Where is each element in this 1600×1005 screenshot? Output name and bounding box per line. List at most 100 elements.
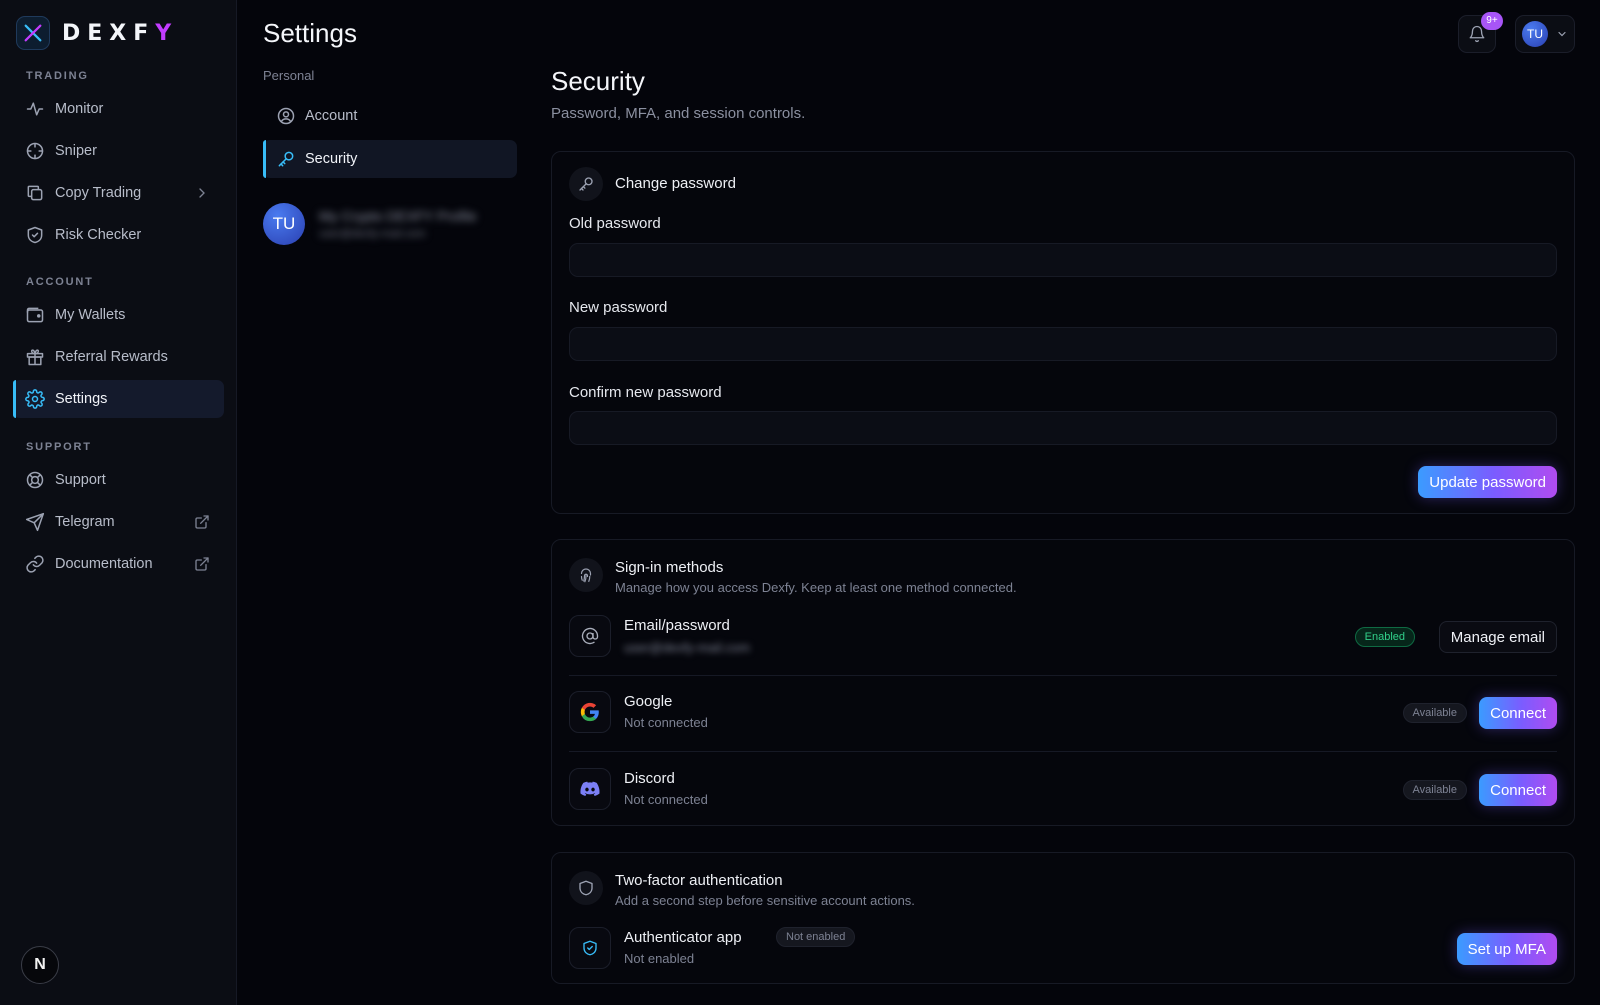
sidebar-item-my-wallets[interactable]: My Wallets [13, 296, 224, 334]
google-icon [569, 691, 611, 733]
card-title: Sign-in methods [615, 559, 724, 576]
sign-in-method-discord: Discord Not connected Available Connect [569, 768, 1557, 812]
user-circle-icon [276, 106, 296, 126]
sidebar-item-label: Referral Rewards [55, 349, 168, 365]
settings-nav-security[interactable]: Security [263, 140, 517, 178]
nav-group-support: SUPPORT Support Telegram Documentation [13, 437, 224, 583]
gift-icon [25, 347, 45, 367]
method-detail-redacted: user@dexfy-mail.com [624, 640, 750, 655]
sidebar-item-documentation[interactable]: Documentation [13, 545, 224, 583]
sign-in-methods-card: Sign-in methods Manage how you access De… [551, 539, 1575, 826]
card-description: Manage how you access Dexfy. Keep at lea… [615, 580, 1017, 595]
sidebar-item-label: My Wallets [55, 307, 126, 323]
shield-check-icon [569, 927, 611, 969]
connect-discord-button[interactable]: Connect [1479, 774, 1557, 806]
sidebar-item-monitor[interactable]: Monitor [13, 90, 224, 128]
mfa-method-authenticator: Authenticator app Not enabled Not enable… [569, 927, 1557, 971]
profile-info-redacted: My Crypto DEXFY Profile user@dexfy-mail.… [319, 208, 477, 240]
sidebar-item-telegram[interactable]: Telegram [13, 503, 224, 541]
wallet-icon [25, 305, 45, 325]
copy-icon [25, 183, 45, 203]
dexfy-logo-icon [16, 16, 50, 50]
settings-nav-label: Security [305, 151, 358, 167]
nav-group-account: ACCOUNT My Wallets Referral Rewards Sett… [13, 272, 224, 418]
send-icon [25, 512, 45, 532]
method-detail: Not connected [624, 715, 708, 730]
card-header: Sign-in methods Manage how you access De… [569, 558, 1017, 595]
card-description: Add a second step before sensitive accou… [615, 893, 915, 908]
key-icon [569, 167, 603, 201]
nav-heading-account: ACCOUNT [26, 276, 94, 288]
sidebar-item-support[interactable]: Support [13, 461, 224, 499]
two-factor-card: Two-factor authentication Add a second s… [551, 852, 1575, 984]
sign-in-method-email: Email/password user@dexfy-mail.com Enabl… [569, 615, 1557, 659]
sidebar-item-label: Settings [55, 391, 108, 407]
notification-count-badge: 9+ [1481, 12, 1503, 30]
manage-email-button[interactable]: Manage email [1438, 621, 1557, 653]
chevron-right-icon [194, 185, 210, 201]
status-badge: Enabled [1354, 627, 1415, 647]
status-badge: Available [1402, 780, 1467, 800]
avatar: TU [263, 203, 305, 245]
card-header: Two-factor authentication Add a second s… [569, 871, 915, 908]
link-icon [25, 554, 45, 574]
method-name: Google [624, 693, 673, 710]
nav-group-trading: TRADING Monitor Sniper Copy Trading Risk… [13, 66, 224, 254]
notifications-button[interactable]: 9+ [1458, 12, 1503, 53]
life-buoy-icon [25, 470, 45, 490]
update-password-button[interactable]: Update password [1418, 466, 1557, 498]
sidebar-item-label: Monitor [55, 101, 104, 117]
change-password-card: Change password Old password New passwor… [551, 151, 1575, 514]
old-password-input[interactable] [569, 243, 1557, 277]
method-name: Email/password [624, 617, 730, 634]
bottom-app-badge[interactable]: N [21, 946, 59, 984]
key-icon [276, 149, 296, 169]
card-title: Change password [615, 175, 736, 192]
setup-mfa-button[interactable]: Set up MFA [1456, 933, 1557, 965]
profile-summary: TU My Crypto DEXFY Profile user@dexfy-ma… [263, 203, 477, 245]
new-password-label: New password [569, 299, 668, 316]
nav-heading-trading: TRADING [26, 70, 89, 82]
settings-nav-label: Account [305, 108, 358, 124]
fingerprint-icon [569, 558, 603, 592]
sidebar-item-sniper[interactable]: Sniper [13, 132, 224, 170]
shield-icon [569, 871, 603, 905]
page-title: Settings [263, 18, 357, 48]
discord-icon [569, 768, 611, 810]
sidebar-item-settings[interactable]: Settings [13, 380, 224, 418]
card-title: Two-factor authentication [615, 872, 783, 889]
user-menu-button[interactable]: TU [1515, 15, 1575, 53]
sidebar-item-label: Telegram [55, 514, 115, 530]
sidebar-item-label: Support [55, 472, 106, 488]
sidebar-item-label: Risk Checker [55, 227, 142, 243]
sidebar-item-label: Sniper [55, 143, 97, 159]
brand-logo[interactable]: DEXFY [16, 16, 178, 50]
card-header: Change password [569, 167, 736, 201]
sign-in-method-google: Google Not connected Available Connect [569, 691, 1557, 735]
at-sign-icon [569, 615, 611, 657]
method-detail: Not enabled [624, 951, 695, 966]
status-badge: Available [1402, 703, 1467, 723]
chevron-down-icon [1556, 28, 1568, 40]
settings-section-label: Personal [263, 68, 315, 83]
profile-name: My Crypto DEXFY Profile [319, 208, 477, 224]
new-password-input[interactable] [569, 327, 1557, 361]
divider [569, 751, 1557, 752]
brand-name: DEXFY [62, 20, 179, 46]
divider [569, 675, 1557, 676]
section-title: Security [551, 66, 645, 96]
confirm-password-input[interactable] [569, 411, 1557, 445]
sidebar-item-label: Documentation [55, 556, 153, 572]
avatar: TU [1522, 21, 1548, 47]
confirm-password-label: Confirm new password [569, 384, 722, 401]
sidebar-item-referral-rewards[interactable]: Referral Rewards [13, 338, 224, 376]
connect-google-button[interactable]: Connect [1479, 697, 1557, 729]
method-name: Discord [624, 770, 675, 787]
sidebar-item-label: Copy Trading [55, 185, 142, 201]
old-password-label: Old password [569, 215, 661, 232]
sidebar-item-risk-checker[interactable]: Risk Checker [13, 216, 224, 254]
external-link-icon [194, 556, 210, 572]
settings-nav-account[interactable]: Account [263, 97, 517, 135]
sidebar-item-copy-trading[interactable]: Copy Trading [13, 174, 224, 212]
crosshair-icon [25, 141, 45, 161]
